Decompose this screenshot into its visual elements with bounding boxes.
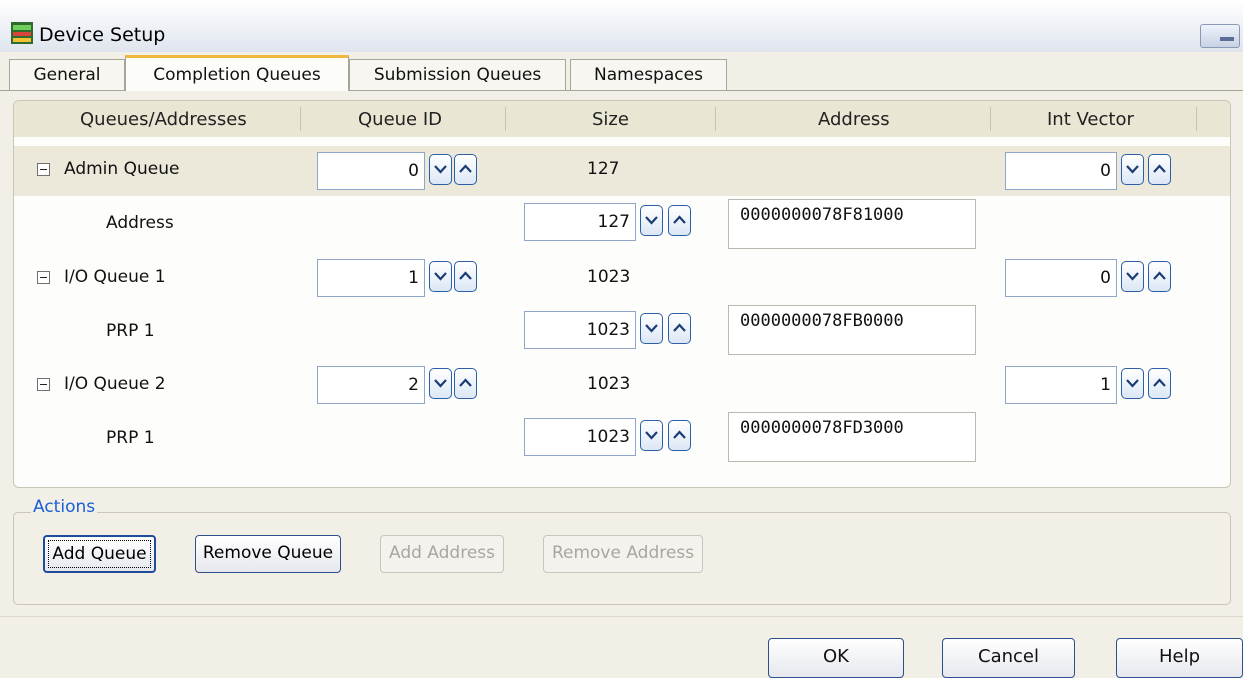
chevron-up-icon (459, 164, 472, 173)
size-down-button[interactable] (640, 420, 663, 451)
int-vector-input[interactable]: 0 (1005, 259, 1117, 297)
chevron-down-icon (1126, 379, 1139, 388)
address-field[interactable]: 0000000078FB0000 (728, 305, 976, 355)
size-value: 1023 (587, 374, 631, 394)
remove-queue-button[interactable]: Remove Queue (195, 535, 341, 573)
size-value: 127 (587, 159, 620, 179)
tab-submission-queues[interactable]: Submission Queues (349, 59, 566, 90)
focus-indicator (48, 540, 151, 568)
tab-completion-queues[interactable]: Completion Queues (125, 55, 349, 91)
add-queue-button[interactable]: Add Queue (43, 535, 156, 573)
chevron-down-icon (434, 272, 447, 281)
size-input[interactable]: 127 (524, 203, 636, 241)
chevron-down-icon (645, 216, 658, 225)
tab-namespaces[interactable]: Namespaces (570, 59, 727, 90)
column-header-address[interactable]: Address (818, 109, 890, 130)
int-vector-down-button[interactable] (1121, 154, 1144, 185)
column-separator[interactable] (300, 107, 301, 131)
table-row[interactable]: PRP 1 1023 0000000078FD3000 (14, 412, 1230, 462)
table-row[interactable]: PRP 1 1023 0000000078FB0000 (14, 305, 1230, 355)
collapse-icon[interactable] (37, 378, 50, 391)
column-separator[interactable] (1196, 107, 1197, 131)
app-icon (11, 22, 33, 44)
title-bar: Device Setup (0, 0, 1243, 52)
queue-id-up-button[interactable] (454, 154, 477, 185)
size-down-button[interactable] (640, 205, 663, 236)
table-row[interactable]: I/O Queue 2 2 1023 1 (14, 360, 1230, 410)
chevron-up-icon (673, 215, 686, 224)
window-title: Device Setup (39, 24, 166, 46)
actions-legend: Actions (31, 497, 98, 517)
queue-id-down-button[interactable] (429, 261, 452, 292)
queue-name: I/O Queue 1 (64, 267, 166, 287)
chevron-down-icon (434, 165, 447, 174)
chevron-up-icon (673, 323, 686, 332)
chevron-up-icon (1153, 271, 1166, 280)
queue-id-input[interactable]: 0 (317, 152, 425, 190)
address-name: Address (106, 213, 174, 233)
size-value: 1023 (587, 267, 631, 287)
chevron-down-icon (645, 431, 658, 440)
int-vector-down-button[interactable] (1121, 261, 1144, 292)
queue-name: Admin Queue (64, 159, 180, 179)
column-separator[interactable] (990, 107, 991, 131)
address-name: PRP 1 (106, 428, 155, 448)
chevron-down-icon (1126, 165, 1139, 174)
size-down-button[interactable] (640, 313, 663, 344)
address-name: PRP 1 (106, 321, 155, 341)
int-vector-input[interactable]: 0 (1005, 152, 1117, 190)
chevron-up-icon (459, 271, 472, 280)
column-separator[interactable] (715, 107, 716, 131)
queue-id-up-button[interactable] (454, 368, 477, 399)
table-row[interactable]: Admin Queue 0 127 0 (14, 146, 1230, 196)
ok-button[interactable]: OK (768, 638, 904, 678)
tab-general[interactable]: General (9, 59, 125, 90)
size-up-button[interactable] (668, 420, 691, 451)
queue-id-down-button[interactable] (429, 154, 452, 185)
queue-id-up-button[interactable] (454, 261, 477, 292)
int-vector-up-button[interactable] (1148, 261, 1171, 292)
add-address-button[interactable]: Add Address (380, 535, 504, 573)
collapse-icon[interactable] (37, 271, 50, 284)
int-vector-down-button[interactable] (1121, 368, 1144, 399)
address-field[interactable]: 0000000078F81000 (728, 199, 976, 249)
footer-divider (0, 616, 1243, 617)
size-up-button[interactable] (668, 313, 691, 344)
chevron-down-icon (1126, 272, 1139, 281)
cancel-button[interactable]: Cancel (942, 638, 1075, 678)
chevron-up-icon (459, 378, 472, 387)
help-button[interactable]: Help (1116, 638, 1243, 678)
column-header-queues-addresses[interactable]: Queues/Addresses (80, 109, 247, 130)
int-vector-up-button[interactable] (1148, 368, 1171, 399)
remove-address-button[interactable]: Remove Address (543, 535, 703, 573)
grid-header: Queues/Addresses Queue ID Size Address I… (14, 101, 1230, 137)
queue-name: I/O Queue 2 (64, 374, 166, 394)
column-header-queue-id[interactable]: Queue ID (358, 109, 442, 130)
queue-id-input[interactable]: 1 (317, 259, 425, 297)
queues-grid: Queues/Addresses Queue ID Size Address I… (13, 100, 1231, 488)
chevron-up-icon (1153, 378, 1166, 387)
queue-id-input[interactable]: 2 (317, 366, 425, 404)
column-header-size[interactable]: Size (592, 109, 629, 130)
minimize-button[interactable] (1200, 24, 1240, 48)
minimize-icon (1220, 37, 1234, 41)
address-field[interactable]: 0000000078FD3000 (728, 412, 976, 462)
chevron-up-icon (673, 430, 686, 439)
int-vector-up-button[interactable] (1148, 154, 1171, 185)
table-row[interactable]: Address 127 0000000078F81000 (14, 199, 1230, 249)
table-row[interactable]: I/O Queue 1 1 1023 0 (14, 253, 1230, 303)
size-input[interactable]: 1023 (524, 418, 636, 456)
chevron-down-icon (645, 324, 658, 333)
size-input[interactable]: 1023 (524, 311, 636, 349)
column-separator[interactable] (505, 107, 506, 131)
column-header-int-vector[interactable]: Int Vector (1047, 109, 1134, 130)
chevron-down-icon (434, 379, 447, 388)
int-vector-input[interactable]: 1 (1005, 366, 1117, 404)
collapse-icon[interactable] (37, 163, 50, 176)
size-up-button[interactable] (668, 205, 691, 236)
chevron-up-icon (1153, 164, 1166, 173)
queue-id-down-button[interactable] (429, 368, 452, 399)
